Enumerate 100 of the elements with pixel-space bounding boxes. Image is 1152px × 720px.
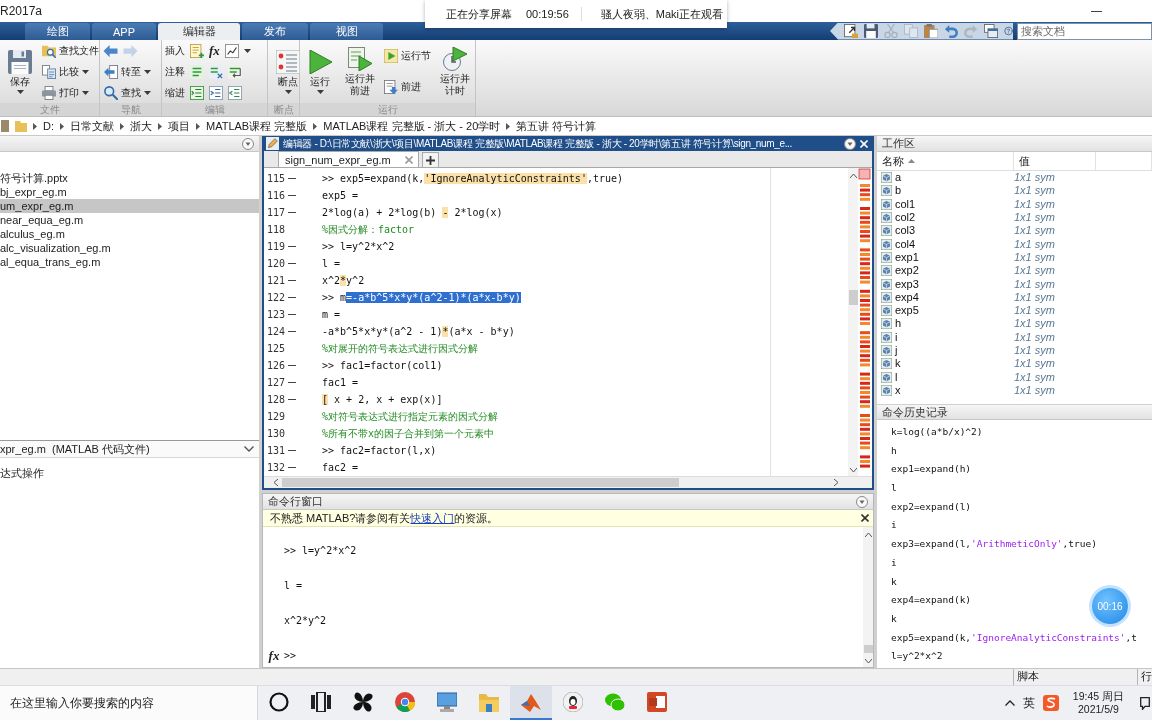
find-files-button[interactable]: 查找文件 [41, 42, 100, 59]
variable-name[interactable]: j [895, 344, 898, 357]
caret-icon[interactable] [82, 69, 89, 74]
smart-indent-icon[interactable] [190, 85, 204, 100]
horizontal-scrollbar[interactable] [264, 476, 872, 488]
caret-icon[interactable] [243, 48, 251, 53]
tray-app-icon[interactable] [1042, 695, 1059, 711]
caret-icon[interactable] [144, 69, 151, 74]
variable-name[interactable]: col3 [895, 224, 916, 238]
run-button[interactable]: 运行 [303, 47, 337, 96]
variable-name[interactable]: k [895, 357, 901, 371]
search-field[interactable]: 搜索文档 [1017, 22, 1152, 40]
shortcut-icon[interactable] [844, 24, 858, 38]
breakpoints-button[interactable]: 断点 [271, 47, 305, 96]
path-segment[interactable]: 浙大 [130, 118, 152, 134]
column-header[interactable]: 名称 [877, 152, 1014, 170]
clock-time[interactable]: 19:45 周日 [1072, 690, 1124, 703]
scroll-down-icon[interactable] [849, 468, 857, 472]
file-item[interactable]: 符号计算.pptx [0, 171, 259, 185]
panel-menu-icon[interactable] [242, 137, 254, 150]
variable-name[interactable]: exp4 [895, 290, 919, 304]
find-button[interactable]: 查找 [103, 84, 152, 101]
variable-name[interactable]: h [895, 317, 902, 331]
file-item[interactable]: near_equa_eg.m [0, 213, 259, 227]
history-entry[interactable]: k [891, 572, 897, 592]
history-entry[interactable]: exp2=expand(l) [891, 497, 972, 517]
function-symbol[interactable]: fx [209, 43, 220, 58]
undo-icon[interactable] [944, 24, 958, 38]
path-segment[interactable]: 第五讲 符号计算 [516, 118, 597, 134]
history-entry[interactable]: exp5=expand(k,'IgnoreAnalyticConstraints',t [891, 628, 1137, 648]
caret-icon[interactable] [16, 90, 24, 94]
history-entry[interactable]: h [891, 441, 897, 461]
history-entry[interactable]: k=log((a*b/x)^2) [891, 423, 983, 442]
goto-button[interactable]: 转至 [103, 63, 152, 80]
file-item[interactable]: alc_visualization_eg.m [0, 241, 259, 255]
column-header[interactable]: 值 [1014, 152, 1096, 170]
save-button[interactable]: 保存 [3, 47, 37, 96]
variable-name[interactable]: exp2 [895, 264, 919, 278]
scrollbar-thumb[interactable] [282, 478, 679, 487]
command-prompt[interactable]: >> [284, 650, 297, 661]
run-section-button[interactable]: 运行节 [383, 47, 432, 65]
file-item[interactable]: um_expr_eg.m [0, 199, 259, 213]
history-entry[interactable]: exp3=expand(l,'ArithmeticOnly',true) [891, 535, 1097, 554]
chevron-down-icon[interactable] [244, 446, 254, 452]
quick-start-link[interactable]: 快速入门 [410, 511, 455, 524]
history-entry[interactable]: exp1=expand(h) [891, 460, 972, 480]
path-segment[interactable]: MATLAB课程 完整版 [206, 118, 308, 134]
paste-icon[interactable] [924, 24, 938, 38]
variable-name[interactable]: x [895, 383, 901, 397]
file-item[interactable]: alculus_eg.m [0, 227, 259, 241]
history-entry[interactable]: i [891, 516, 897, 536]
variable-name[interactable]: exp5 [895, 304, 919, 318]
new-tab-button[interactable] [421, 152, 439, 167]
wrap-comment-icon[interactable] [228, 64, 242, 79]
arrow-left-icon[interactable] [103, 43, 118, 58]
history-entry[interactable]: l [891, 479, 897, 498]
minimize-icon[interactable] [1091, 10, 1102, 12]
clock-date[interactable]: 2021/5/9 [1077, 703, 1119, 716]
compare-button[interactable]: 比较 [41, 63, 90, 80]
scroll-up-icon[interactable] [849, 174, 857, 178]
close-icon[interactable] [861, 514, 869, 522]
toolstrip-tab[interactable]: 绘图 [25, 23, 90, 40]
variable-name[interactable]: col2 [895, 211, 916, 225]
variable-name[interactable]: col1 [895, 197, 916, 211]
variable-name[interactable]: b [895, 184, 902, 198]
increase-indent-icon[interactable] [209, 85, 223, 100]
file-item[interactable]: bj_expr_eg.m [0, 185, 259, 199]
panel-menu-icon[interactable] [844, 137, 856, 150]
file-item[interactable]: al_equa_trans_eg.m [0, 255, 259, 269]
panel-menu-icon[interactable] [856, 495, 868, 508]
path-segment[interactable]: D: [43, 120, 54, 132]
print-button[interactable]: 打印 [41, 84, 90, 101]
scroll-left-icon[interactable] [274, 479, 278, 486]
chevron-up-icon[interactable] [1004, 700, 1015, 706]
caret-icon[interactable] [284, 90, 292, 94]
windows-icon[interactable] [984, 24, 998, 38]
scroll-right-icon[interactable] [834, 479, 838, 486]
history-entry[interactable]: k [891, 609, 897, 629]
path-segment[interactable]: MATLAB课程 完整版 - 浙大 - 20学时 [323, 118, 501, 134]
variable-name[interactable]: l [895, 370, 898, 384]
history-entry[interactable]: l=y^2*x^2 [891, 647, 943, 666]
run-and-time-button[interactable]: 运行并计时 [438, 44, 472, 99]
advance-button[interactable]: 前进 [383, 78, 422, 96]
variable-name[interactable]: exp1 [895, 250, 919, 264]
run-and-advance-button[interactable]: 运行并前进 [343, 44, 377, 99]
insert-section-icon[interactable] [190, 43, 204, 58]
toolstrip-tab[interactable]: 视图 [310, 23, 383, 40]
path-segment[interactable]: 项目 [168, 118, 190, 134]
history-entry[interactable]: exp4=expand(k) [891, 591, 972, 610]
caret-icon[interactable] [82, 90, 89, 95]
toolstrip-tab[interactable]: 编辑器 [158, 23, 240, 40]
scroll-up-icon[interactable] [864, 533, 872, 537]
scrollbar-thumb[interactable] [848, 290, 858, 305]
scrollbar-thumb[interactable] [863, 645, 873, 653]
variable-name[interactable]: a [895, 171, 902, 185]
variable-name[interactable]: col4 [895, 237, 916, 251]
uncomment-icon[interactable] [209, 64, 223, 79]
path-segment[interactable]: 日常文献 [70, 118, 114, 134]
caret-icon[interactable] [316, 90, 324, 94]
speech-bubble-icon[interactable] [1140, 696, 1150, 710]
